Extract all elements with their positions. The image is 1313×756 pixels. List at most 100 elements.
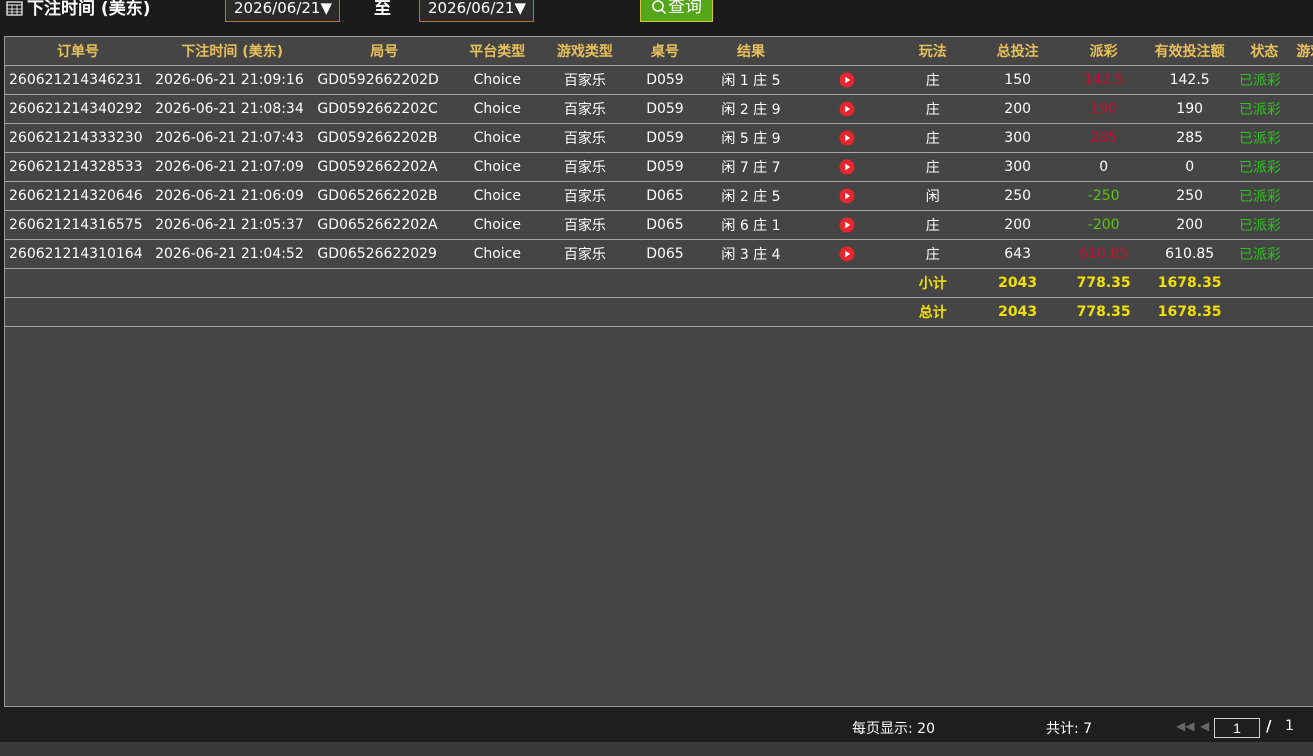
replay-icon[interactable] bbox=[839, 130, 855, 146]
col-header-payout: 派彩 bbox=[1060, 37, 1147, 66]
page-size-label: 每页显示: 20 bbox=[852, 721, 935, 737]
round-cell: GD0592662202A bbox=[313, 152, 456, 182]
order-cell: 260621214346231 bbox=[5, 65, 152, 95]
valid-bet-cell: 200 bbox=[1146, 210, 1233, 240]
replay-icon[interactable] bbox=[839, 188, 855, 204]
replay-cell[interactable] bbox=[802, 94, 892, 124]
query-button[interactable]: 查询 bbox=[640, 0, 713, 22]
prev-page-icon[interactable]: ◀ bbox=[1200, 719, 1209, 733]
game-type-cell: 百家乐 bbox=[539, 152, 631, 182]
time-cell: 2026-06-21 21:07:09 bbox=[151, 152, 314, 182]
time-cell: 2026-06-21 21:09:16 bbox=[151, 65, 314, 95]
replay-icon[interactable] bbox=[839, 101, 855, 117]
bet-cell: 150 bbox=[974, 65, 1061, 95]
date-to-select[interactable]: 2026/06/21▼ bbox=[419, 0, 534, 22]
status-cell: 已派彩 bbox=[1232, 94, 1296, 124]
game-cell bbox=[1295, 181, 1313, 211]
valid-bet-cell: 0 bbox=[1146, 152, 1233, 182]
replay-cell[interactable] bbox=[802, 152, 892, 182]
total-count-label: 共计: 7 bbox=[1046, 721, 1093, 737]
table-row: 260621214328533 2026-06-21 21:07:09 GD0592… bbox=[5, 152, 1313, 182]
replay-icon[interactable] bbox=[839, 72, 855, 88]
bet-cell: 200 bbox=[974, 210, 1061, 240]
filter-bar: 下注时间 (美东) 2026/06/21▼ 至 2026/06/21▼ 查询 bbox=[0, 0, 1313, 36]
valid-bet-cell: 285 bbox=[1146, 123, 1233, 153]
total-bet: 2043 bbox=[974, 297, 1061, 327]
status-cell: 已派彩 bbox=[1232, 181, 1296, 211]
table-cell: D065 bbox=[630, 210, 700, 240]
result-cell: 闲 7 庄 7 bbox=[699, 152, 803, 182]
bet-records-panel: 订单号 下注时间 (美东) 局号 平台类型 游戏类型 桌号 结果 玩法 总投注 … bbox=[4, 36, 1313, 707]
table-header-row: 订单号 下注时间 (美东) 局号 平台类型 游戏类型 桌号 结果 玩法 总投注 … bbox=[5, 37, 1313, 66]
bet-cell: 250 bbox=[974, 181, 1061, 211]
game-cell bbox=[1295, 239, 1313, 269]
result-cell: 闲 2 庄 5 bbox=[699, 181, 803, 211]
subtotal-label: 小计 bbox=[891, 268, 975, 298]
replay-cell[interactable] bbox=[802, 65, 892, 95]
game-cell bbox=[1295, 65, 1313, 95]
game-type-cell: 百家乐 bbox=[539, 65, 631, 95]
result-cell: 闲 6 庄 1 bbox=[699, 210, 803, 240]
replay-icon[interactable] bbox=[839, 159, 855, 175]
first-page-icon[interactable]: ◀◀ bbox=[1176, 719, 1194, 733]
replay-cell[interactable] bbox=[802, 239, 892, 269]
bet-records-table: 订单号 下注时间 (美东) 局号 平台类型 游戏类型 桌号 结果 玩法 总投注 … bbox=[5, 37, 1313, 327]
table-row: 260621214310164 2026-06-21 21:04:52 GD0652… bbox=[5, 239, 1313, 269]
table-cell: D059 bbox=[630, 94, 700, 124]
replay-cell[interactable] bbox=[802, 210, 892, 240]
play-cell: 庄 bbox=[891, 152, 975, 182]
subtotal-bet: 2043 bbox=[974, 268, 1061, 298]
platform-cell: Choice bbox=[455, 152, 540, 182]
platform-cell: Choice bbox=[455, 65, 540, 95]
table-cell: D059 bbox=[630, 65, 700, 95]
game-cell bbox=[1295, 123, 1313, 153]
round-cell: GD0592662202D bbox=[313, 65, 456, 95]
play-cell: 庄 bbox=[891, 239, 975, 269]
payout-cell: -200 bbox=[1060, 210, 1147, 240]
table-cell: D065 bbox=[630, 239, 700, 269]
status-cell: 已派彩 bbox=[1232, 123, 1296, 153]
col-header-replay bbox=[802, 37, 892, 66]
payout-cell: 142.5 bbox=[1060, 65, 1147, 95]
play-cell: 庄 bbox=[891, 210, 975, 240]
table-row: 260621214346231 2026-06-21 21:09:16 GD0592… bbox=[5, 65, 1313, 95]
replay-cell[interactable] bbox=[802, 181, 892, 211]
round-cell: GD0592662202B bbox=[313, 123, 456, 153]
game-type-cell: 百家乐 bbox=[539, 239, 631, 269]
result-cell: 闲 2 庄 9 bbox=[699, 94, 803, 124]
page-number-input[interactable] bbox=[1214, 718, 1260, 738]
platform-cell: Choice bbox=[455, 123, 540, 153]
col-header-play: 玩法 bbox=[891, 37, 975, 66]
date-from-select[interactable]: 2026/06/21▼ bbox=[225, 0, 340, 22]
table-cell: D059 bbox=[630, 123, 700, 153]
time-cell: 2026-06-21 21:08:34 bbox=[151, 94, 314, 124]
bet-cell: 300 bbox=[974, 123, 1061, 153]
replay-icon[interactable] bbox=[839, 246, 855, 262]
filter-title: 下注时间 (美东) bbox=[27, 0, 151, 19]
col-header-status: 状态 bbox=[1232, 37, 1296, 66]
bottom-strip bbox=[0, 742, 1313, 756]
play-cell: 庄 bbox=[891, 65, 975, 95]
col-header-platform: 平台类型 bbox=[455, 37, 540, 66]
table-row: 260621214333230 2026-06-21 21:07:43 GD0592… bbox=[5, 123, 1313, 153]
result-cell: 闲 3 庄 4 bbox=[699, 239, 803, 269]
round-cell: GD06526622029 bbox=[313, 239, 456, 269]
game-type-cell: 百家乐 bbox=[539, 210, 631, 240]
col-header-valid-bet: 有效投注额 bbox=[1146, 37, 1233, 66]
time-cell: 2026-06-21 21:04:52 bbox=[151, 239, 314, 269]
game-cell bbox=[1295, 152, 1313, 182]
status-cell: 已派彩 bbox=[1232, 239, 1296, 269]
replay-cell[interactable] bbox=[802, 123, 892, 153]
play-cell: 庄 bbox=[891, 123, 975, 153]
bet-cell: 200 bbox=[974, 94, 1061, 124]
subtotal-row: 小计 2043 778.35 1678.35 bbox=[5, 268, 1313, 298]
valid-bet-cell: 250 bbox=[1146, 181, 1233, 211]
replay-icon[interactable] bbox=[839, 217, 855, 233]
game-cell bbox=[1295, 210, 1313, 240]
total-pages: 1 bbox=[1285, 718, 1294, 734]
valid-bet-cell: 142.5 bbox=[1146, 65, 1233, 95]
play-cell: 闲 bbox=[891, 181, 975, 211]
platform-cell: Choice bbox=[455, 210, 540, 240]
table-row: 260621214340292 2026-06-21 21:08:34 GD0592… bbox=[5, 94, 1313, 124]
col-header-bet: 总投注 bbox=[974, 37, 1061, 66]
